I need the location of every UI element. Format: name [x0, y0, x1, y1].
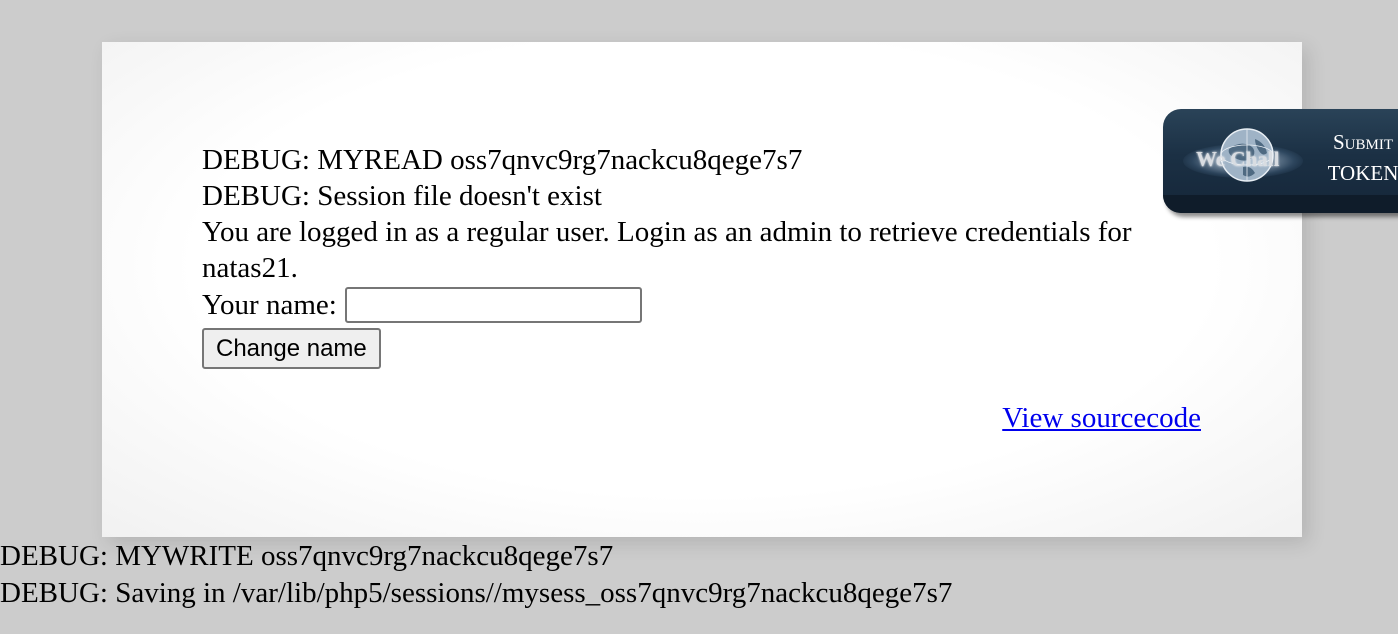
name-form: Your name: Change name — [202, 286, 1202, 369]
debug-read-line: DEBUG: MYREAD oss7qnvc9rg7nackcu8qege7s7 — [202, 144, 803, 176]
submit-token-label: Submit TOKEN — [1315, 128, 1398, 187]
content-card: We Chall Submit TOKEN DEBUG: MYREAD oss7… — [102, 42, 1398, 537]
debug-write-line: DEBUG: MYWRITE oss7qnvc9rg7nackcu8qege7s… — [0, 540, 614, 572]
debug-saving-line: DEBUG: Saving in /var/lib/php5/sessions/… — [0, 577, 953, 609]
submit-word: Submit — [1332, 130, 1393, 154]
footer-debug: DEBUG: MYWRITE oss7qnvc9rg7nackcu8qege7s… — [0, 538, 952, 612]
debug-session-line: DEBUG: Session file doesn't exist — [202, 180, 602, 212]
login-message: You are logged in as a regular user. Log… — [202, 216, 1132, 284]
name-label: Your name: — [202, 289, 337, 321]
main-content: DEBUG: MYREAD oss7qnvc9rg7nackcu8qege7s7… — [202, 142, 1202, 369]
token-word: TOKEN — [1327, 161, 1398, 185]
view-sourcecode-link[interactable]: View sourcecode — [1002, 402, 1201, 435]
wechall-logo-text: We Chall — [1196, 147, 1280, 171]
name-input[interactable] — [344, 287, 642, 323]
name-row: Your name: — [202, 286, 1202, 324]
change-name-button[interactable]: Change name — [202, 328, 381, 369]
